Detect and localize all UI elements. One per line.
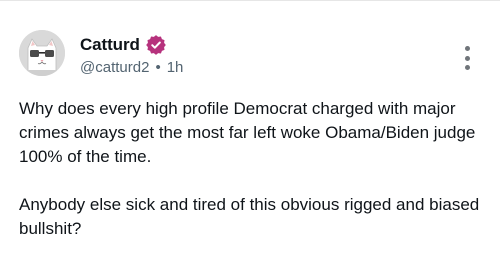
post-timestamp[interactable]: 1h	[167, 59, 184, 76]
vertical-ellipsis-icon	[464, 65, 470, 70]
author-name-row: Catturd	[80, 34, 166, 56]
author-handle[interactable]: @catturd2	[80, 59, 149, 76]
post-paragraph: Anybody else sick and tired of this obvi…	[19, 195, 480, 238]
cat-avatar-icon	[19, 30, 65, 76]
post-text: Why does every high profile Democrat cha…	[19, 97, 489, 241]
meta-separator: •	[155, 58, 161, 76]
author-display-name[interactable]: Catturd	[80, 35, 140, 55]
verified-badge-icon	[145, 35, 166, 55]
more-options-button[interactable]	[458, 43, 476, 73]
avatar[interactable]	[19, 30, 65, 76]
post-card: Catturd @catturd2 • 1h Why does every hi…	[0, 0, 500, 254]
vertical-ellipsis-icon	[464, 46, 470, 51]
vertical-ellipsis-icon	[464, 55, 470, 61]
author-meta-row: @catturd2 • 1h	[80, 58, 183, 76]
post-paragraph: Why does every high profile Democrat cha…	[19, 99, 476, 166]
